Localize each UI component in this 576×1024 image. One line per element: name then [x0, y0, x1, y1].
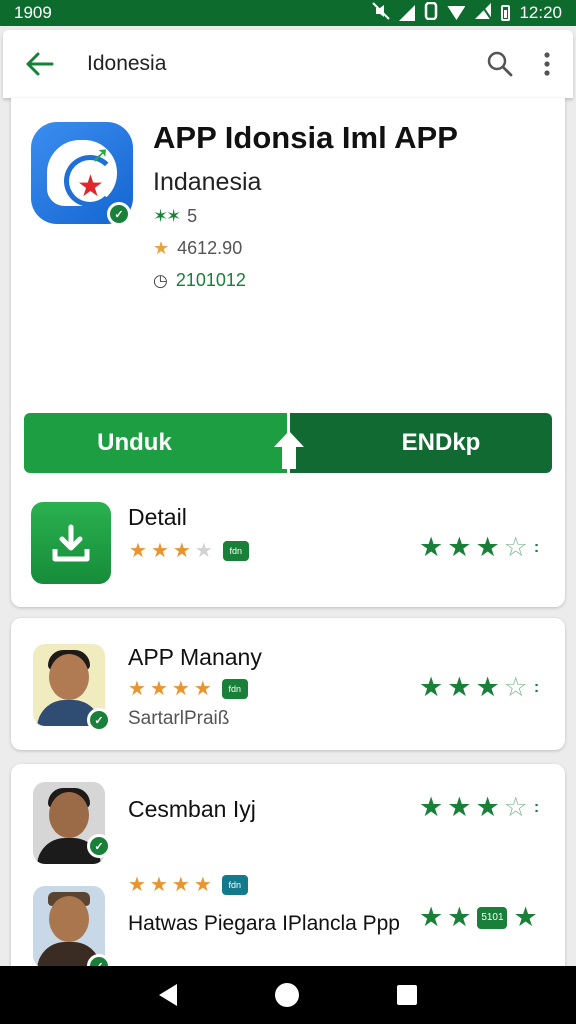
verified-badge-icon: ✓: [107, 202, 131, 226]
nav-home-icon[interactable]: [275, 983, 299, 1007]
downloads-value: 4612.90: [177, 238, 243, 258]
list-card[interactable]: ✓ APP Manany ★ ★ ★ ★ fdn SartarlPraiß ★ ★ ★ ☆:: [11, 618, 565, 750]
wifi-icon: [447, 6, 466, 20]
app-title: APP Idonsia Iml APP: [153, 120, 458, 155]
date-value: 2101012: [175, 270, 246, 290]
list-item-title: Detail: [128, 504, 187, 530]
download-icon: [31, 502, 111, 584]
app-detail-card: ➚ ★ ✓ APP Idonsia Iml APP Indanesia ✶✶ 5…: [11, 98, 565, 607]
app-badge-icon: fdn: [221, 678, 248, 699]
row-rating-stars: ★ ★ ★ ★ fdn: [128, 676, 248, 701]
arrow-left-icon[interactable]: [11, 34, 69, 94]
upload-arrow-icon: [274, 431, 304, 473]
download-star-icon: ★: [153, 238, 170, 258]
list-item-detail[interactable]: Detail ★ ★ ★ ★ fdn ★ ★ ★ ☆:: [31, 502, 545, 586]
app-bar: Idonesia: [3, 30, 573, 98]
signal-icon: [399, 5, 416, 21]
star-icon: ★: [77, 170, 104, 203]
row-right-stars: ★ ★ 5101 ★: [419, 902, 538, 932]
status-time-right: 12:20: [519, 3, 562, 22]
action-buttons: Unduk ENDkp: [24, 413, 552, 473]
list-item-title: APP Manany: [128, 644, 262, 670]
status-icons: 12:20: [372, 1, 562, 25]
more-vert-icon[interactable]: [525, 39, 569, 89]
status-bar: 1909 12:20: [0, 0, 576, 26]
nav-back-icon[interactable]: [159, 984, 177, 1006]
app-downloads: ★ 4612.90: [153, 238, 242, 259]
verified-badge-icon: ✓: [87, 708, 111, 732]
status-time-left: 1909: [14, 3, 52, 22]
row-right-stars: ★ ★ ★ ☆:: [419, 792, 540, 822]
list-item-title: Hatwas Piegara IPlancla Ppp: [128, 912, 400, 935]
signal-bars-icon: [474, 1, 493, 25]
app-rating: ✶✶ 5: [153, 206, 197, 227]
rating-value: 5: [187, 206, 198, 226]
verified-badge-icon: ✓: [87, 834, 111, 858]
nav-recents-icon[interactable]: [397, 985, 417, 1005]
arrow-icon: ➚: [91, 142, 110, 167]
battery-icon: [501, 5, 511, 21]
row-right-stars: ★ ★ ★ ☆:: [419, 532, 540, 562]
search-icon[interactable]: [475, 39, 525, 89]
list-item-subtitle: SartarlPraiß: [128, 708, 230, 729]
rating-stars-icon: ✶✶: [153, 206, 181, 226]
install-button[interactable]: Unduk: [24, 413, 287, 473]
row-right-stars: ★ ★ ★ ☆:: [419, 672, 540, 702]
app-bar-title: Idonesia: [87, 52, 167, 75]
mute-icon: [372, 1, 391, 25]
app-date: ◷ 2101012: [153, 270, 246, 291]
list-item-title: Cesmban Iyj: [128, 796, 256, 822]
app-badge-icon: fdn: [221, 874, 248, 895]
row-rating-stars: ★ ★ ★ ★ fdn: [129, 538, 249, 563]
count-badge: 5101: [477, 906, 508, 929]
row-rating-stars: ★ ★ ★ ★ fdn: [128, 872, 248, 897]
open-button[interactable]: ENDkp: [290, 413, 552, 473]
system-nav-bar: [0, 966, 576, 1024]
list-card[interactable]: ✓ Cesmban Iyj ★★★☆: ✓ ★★★★ fdn Hatwas Pi…: [11, 764, 565, 978]
app-badge-icon: fdn: [222, 540, 249, 561]
clock-icon: ◷: [153, 270, 168, 290]
vibrate-icon: [424, 1, 438, 25]
app-icon[interactable]: ➚ ★ ✓: [31, 122, 133, 226]
app-developer[interactable]: Indanesia: [153, 168, 261, 197]
